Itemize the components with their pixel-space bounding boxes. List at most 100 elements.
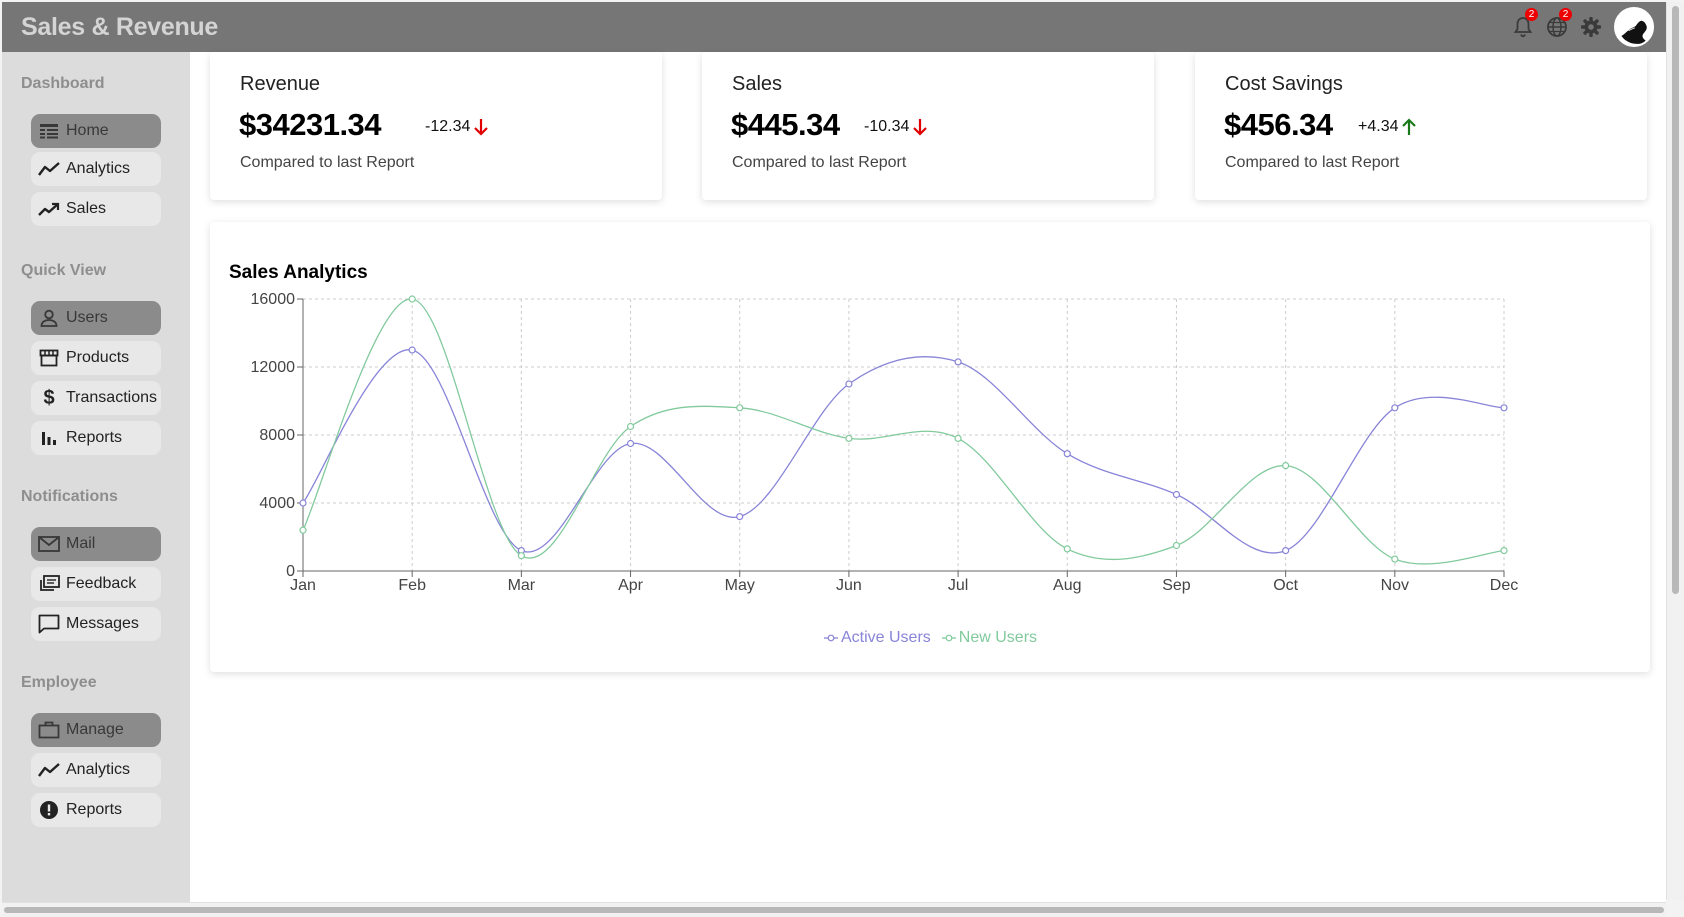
stat-subtitle: Compared to last Report xyxy=(1225,154,1400,171)
x-tick-label: Jun xyxy=(836,577,862,594)
data-point-active-users xyxy=(736,513,744,521)
sidebar-item-users[interactable]: Users xyxy=(31,301,161,335)
x-tick-label: Dec xyxy=(1490,577,1518,594)
arrow-up-icon xyxy=(1402,118,1417,135)
data-point-active-users xyxy=(1391,404,1399,412)
stat-delta-value: -12.34 xyxy=(425,118,471,135)
sidebar-item-manage[interactable]: Manage xyxy=(31,713,161,747)
x-tick-label: Sep xyxy=(1162,577,1191,594)
data-point-active-users xyxy=(954,358,962,366)
stat-label: Cost Savings xyxy=(1225,73,1343,95)
series-line-new-users xyxy=(302,298,1505,565)
x-tick-label: Nov xyxy=(1381,577,1409,594)
chart-legend: Active Users New Users xyxy=(210,629,1650,647)
sidebar-item-employee-reports[interactable]: Reports xyxy=(31,793,161,827)
sidebar-item-sales[interactable]: Sales xyxy=(31,192,161,226)
stat-value: $445.34 xyxy=(731,107,840,142)
legend-item-new-users[interactable]: New Users xyxy=(941,629,1037,647)
stat-label: Sales xyxy=(732,73,783,95)
stat-value: $34231.34 xyxy=(239,107,382,142)
y-tick-label: 4000 xyxy=(259,495,295,512)
user-icon xyxy=(38,307,60,329)
y-tick-label: 16000 xyxy=(251,291,296,308)
data-point-new-users xyxy=(1282,462,1290,470)
legend-item-active-users[interactable]: Active Users xyxy=(823,629,931,647)
sidebar-item-products[interactable]: Products xyxy=(31,341,161,375)
mail-icon xyxy=(38,533,60,555)
arrow-down-icon xyxy=(474,119,489,136)
stat-delta: -10.34 xyxy=(864,118,928,136)
vertical-scrollbar[interactable] xyxy=(1666,2,1684,900)
vertical-scroll-thumb[interactable] xyxy=(1672,6,1679,594)
data-point-new-users xyxy=(1500,547,1508,555)
sidebar-item-label: Reports xyxy=(66,429,123,446)
data-point-active-users xyxy=(1500,404,1508,412)
x-tick-label: Aug xyxy=(1053,577,1081,594)
cost-savings-card: Cost Savings $456.34 +4.34 Compared to l… xyxy=(1195,52,1647,200)
x-tick-label: Jan xyxy=(290,577,316,594)
data-point-new-users xyxy=(1063,545,1071,553)
sidebar-item-employee-analytics[interactable]: Analytics xyxy=(31,753,161,787)
notifications-button[interactable]: 2 xyxy=(1510,8,1538,40)
sidebar-item-transactions[interactable]: $ Transactions xyxy=(31,381,161,415)
sidebar-section-notifications: Notifications xyxy=(21,488,118,505)
language-button[interactable]: 2 xyxy=(1544,8,1572,40)
legend-marker-icon xyxy=(941,634,956,642)
home-table-icon xyxy=(38,120,60,142)
stat-label: Revenue xyxy=(240,73,321,95)
alert-icon xyxy=(38,799,60,821)
sidebar-item-label: Messages xyxy=(66,615,139,632)
line-chart-icon xyxy=(38,158,60,180)
data-point-active-users xyxy=(626,439,635,448)
feedback-icon xyxy=(38,573,60,595)
data-point-new-users xyxy=(736,404,744,412)
x-tick-label: May xyxy=(725,577,755,594)
stat-delta-value: +4.34 xyxy=(1358,118,1399,135)
sidebar-item-label: Manage xyxy=(66,721,124,738)
briefcase-icon xyxy=(38,719,60,741)
data-point-active-users xyxy=(299,499,307,507)
data-point-new-users xyxy=(845,434,853,442)
chat-icon xyxy=(38,613,60,635)
stat-delta: +4.34 xyxy=(1358,118,1417,136)
sidebar: Dashboard Home Analytics Sales Quick Vie… xyxy=(2,52,190,902)
sidebar-item-home[interactable]: Home xyxy=(31,114,161,148)
data-point-active-users xyxy=(1063,450,1071,458)
sidebar-section-dashboard: Dashboard xyxy=(21,75,105,92)
settings-button[interactable] xyxy=(1578,14,1604,40)
sidebar-item-messages[interactable]: Messages xyxy=(31,607,161,641)
sidebar-item-mail[interactable]: Mail xyxy=(31,527,161,561)
sales-analytics-chart: 0400080001200016000Jan Feb Mar Apr May Jun Jul… xyxy=(251,291,1519,594)
sidebar-item-reports[interactable]: Reports xyxy=(31,421,161,455)
bar-chart-icon xyxy=(38,427,60,449)
horizontal-scroll-thumb[interactable] xyxy=(4,907,1664,913)
data-point-new-users xyxy=(954,434,962,442)
notifications-badge: 2 xyxy=(1525,8,1538,21)
store-icon xyxy=(38,347,60,369)
legend-label: New Users xyxy=(958,629,1038,646)
sidebar-item-label: Feedback xyxy=(66,575,137,592)
x-tick-label: Feb xyxy=(398,577,426,594)
arrow-down-icon xyxy=(913,119,928,136)
header-actions: 2 2 xyxy=(1510,2,1662,52)
y-tick-label: 12000 xyxy=(251,359,296,376)
trending-up-icon xyxy=(38,198,60,220)
app-title: Sales & Revenue xyxy=(21,12,218,41)
gear-icon xyxy=(1581,17,1601,37)
horizontal-scrollbar[interactable] xyxy=(2,902,1666,917)
sidebar-item-label: Home xyxy=(66,122,109,139)
legend-label: Active Users xyxy=(840,629,931,646)
sidebar-item-feedback[interactable]: Feedback xyxy=(31,567,161,601)
user-avatar-icon xyxy=(1616,9,1652,45)
series-line-active-users xyxy=(302,349,1505,554)
dollar-icon: $ xyxy=(43,386,55,409)
data-point-new-users xyxy=(1391,555,1399,563)
avatar[interactable] xyxy=(1614,7,1654,47)
series-active-users xyxy=(299,346,1508,555)
sidebar-item-label: Analytics xyxy=(66,160,131,177)
stat-subtitle: Compared to last Report xyxy=(240,154,415,171)
data-point-new-users xyxy=(517,552,525,560)
sidebar-item-label: Mail xyxy=(66,535,96,552)
data-point-new-users xyxy=(1172,541,1181,550)
sidebar-item-analytics[interactable]: Analytics xyxy=(31,152,161,186)
